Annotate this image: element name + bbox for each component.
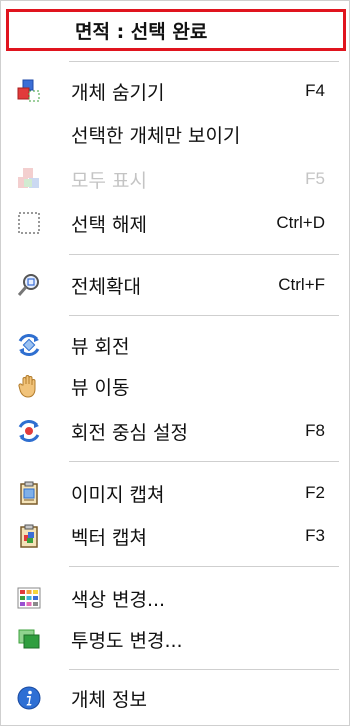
menu-separator bbox=[69, 61, 339, 62]
menu-item-label: 이미지 캡쳐 bbox=[71, 483, 165, 506]
menu-item-label: 투명도 변경... bbox=[71, 629, 183, 652]
menu-item-shortcut: F5 bbox=[305, 169, 325, 188]
deselect-icon bbox=[17, 211, 41, 235]
menu-item-shortcut: F4 bbox=[305, 81, 325, 100]
menu-item-vector-capture[interactable]: 벡터 캡쳐 F3 bbox=[5, 516, 345, 556]
show-all-icon bbox=[17, 167, 41, 191]
menu-item-image-capture[interactable]: 이미지 캡쳐 F2 bbox=[5, 473, 345, 513]
menu-header-title: 면적 : 선택 완료 bbox=[75, 20, 208, 43]
menu-item-pan-view[interactable]: 뷰 이동 bbox=[5, 366, 345, 406]
menu-item-set-rotation-center[interactable]: 회전 중심 설정 F8 bbox=[5, 411, 345, 451]
menu-item-label: 개체 정보 bbox=[71, 688, 147, 711]
menu-item-shortcut: Ctrl+D bbox=[276, 213, 325, 232]
menu-item-show-all: 모두 표시 F5 bbox=[5, 159, 345, 199]
image-capture-icon bbox=[17, 481, 41, 505]
menu-separator bbox=[69, 254, 339, 255]
menu-item-label: 전체확대 bbox=[71, 275, 141, 298]
zoom-all-icon bbox=[17, 273, 41, 297]
rotate-view-icon bbox=[17, 333, 41, 357]
hide-object-icon bbox=[17, 79, 41, 103]
menu-item-label: 선택한 개체만 보이기 bbox=[71, 124, 241, 147]
menu-item-label: 회전 중심 설정 bbox=[71, 421, 188, 444]
menu-item-change-transparency[interactable]: 투명도 변경... bbox=[5, 619, 345, 659]
menu-item-show-selected-only[interactable]: 선택한 개체만 보이기 bbox=[5, 114, 345, 154]
menu-item-shortcut: F2 bbox=[305, 483, 325, 502]
menu-separator bbox=[69, 315, 339, 316]
menu-item-zoom-all[interactable]: 전체확대 Ctrl+F bbox=[5, 265, 345, 305]
vector-capture-icon bbox=[17, 524, 41, 548]
menu-separator bbox=[69, 566, 339, 567]
context-menu: 면적 : 선택 완료 개체 숨기기 F4 선택한 개체만 보이기 모두 표시 F… bbox=[0, 0, 350, 726]
menu-item-shortcut: F8 bbox=[305, 421, 325, 440]
menu-separator bbox=[69, 669, 339, 670]
menu-item-shortcut: F3 bbox=[305, 526, 325, 545]
menu-item-object-info[interactable]: 개체 정보 bbox=[5, 678, 345, 718]
menu-separator bbox=[69, 461, 339, 462]
transparency-icon bbox=[17, 627, 41, 651]
menu-item-shortcut: Ctrl+F bbox=[278, 275, 325, 294]
menu-header: 면적 : 선택 완료 bbox=[6, 9, 346, 51]
menu-item-change-color[interactable]: 색상 변경... bbox=[5, 578, 345, 618]
menu-item-label: 모두 표시 bbox=[71, 169, 147, 192]
menu-item-hide-object[interactable]: 개체 숨기기 F4 bbox=[5, 71, 345, 111]
menu-item-label: 선택 해제 bbox=[71, 213, 147, 236]
menu-item-label: 색상 변경... bbox=[71, 588, 166, 611]
pan-hand-icon bbox=[17, 374, 41, 398]
color-palette-icon bbox=[17, 586, 41, 610]
menu-item-deselect[interactable]: 선택 해제 Ctrl+D bbox=[5, 203, 345, 243]
menu-item-label: 뷰 회전 bbox=[71, 335, 130, 358]
menu-item-label: 벡터 캡쳐 bbox=[71, 526, 147, 549]
menu-item-label: 개체 숨기기 bbox=[71, 81, 165, 104]
menu-item-rotate-view[interactable]: 뷰 회전 bbox=[5, 325, 345, 365]
menu-item-label: 뷰 이동 bbox=[71, 376, 130, 399]
rotation-center-icon bbox=[17, 419, 41, 443]
info-icon bbox=[17, 686, 41, 710]
